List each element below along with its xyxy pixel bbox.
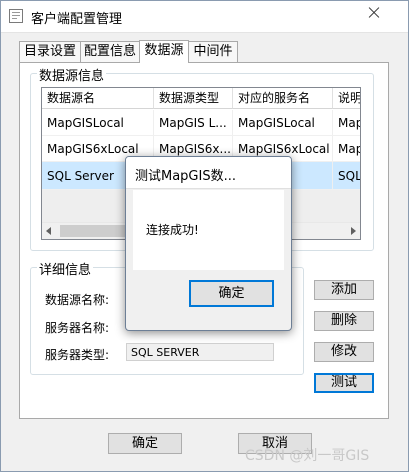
close-icon[interactable]: [353, 3, 395, 21]
scroll-left-icon[interactable]: [46, 227, 51, 235]
server-type-field: SQL SERVER: [126, 343, 274, 361]
modify-button[interactable]: 修改: [314, 342, 374, 362]
column-header-service[interactable]: 对应的服务名: [233, 88, 333, 109]
dialog-ok-button[interactable]: 确定: [189, 280, 274, 307]
dialog-title: 测试MapGIS数...: [135, 169, 236, 184]
window-titlebar[interactable]: 客户端配置管理: [1, 1, 408, 33]
cell-type: MapGIS L...: [154, 110, 233, 136]
watermark-text: CSDN @刘一哥GIS: [245, 448, 370, 464]
list-header: 数据源名 数据源类型 对应的服务名 说明: [42, 88, 360, 110]
app-window-icon: [9, 9, 23, 23]
test-result-dialog: 测试MapGIS数... 连接成功! 确定: [125, 156, 292, 331]
server-name-label: 服务器名称:: [45, 321, 110, 335]
cell-description: Map: [333, 136, 360, 162]
delete-button[interactable]: 删除: [314, 311, 374, 331]
scroll-right-icon[interactable]: [351, 227, 356, 235]
cell-name: MapGISLocal: [42, 110, 154, 136]
add-button[interactable]: 添加: [314, 280, 374, 300]
cell-description: SQL: [333, 162, 360, 190]
tab-middleware[interactable]: 中间件: [188, 41, 238, 62]
detail-info-title: 详细信息: [37, 259, 94, 278]
column-header-name[interactable]: 数据源名: [42, 88, 154, 109]
tab-directory-settings[interactable]: 目录设置: [19, 41, 81, 62]
datasource-info-title: 数据源信息: [37, 65, 107, 84]
cell-service: MapGISLocal: [233, 110, 333, 136]
window-title: 客户端配置管理: [31, 12, 123, 27]
table-row[interactable]: MapGISLocal MapGIS L... MapGISLocal Map: [42, 110, 360, 136]
column-header-type[interactable]: 数据源类型: [154, 88, 233, 109]
dialog-titlebar[interactable]: 测试MapGIS数...: [126, 157, 291, 189]
datasource-name-label: 数据源名称:: [45, 293, 110, 307]
server-type-label: 服务器类型:: [45, 348, 110, 362]
tab-config-info[interactable]: 配置信息: [80, 41, 140, 62]
ok-button[interactable]: 确定: [108, 433, 182, 454]
tab-datasource[interactable]: 数据源: [139, 40, 189, 63]
dialog-message: 连接成功!: [146, 223, 199, 237]
test-button[interactable]: 测试: [314, 373, 374, 393]
cell-description: Map: [333, 110, 360, 136]
column-header-description[interactable]: 说明: [333, 88, 360, 109]
